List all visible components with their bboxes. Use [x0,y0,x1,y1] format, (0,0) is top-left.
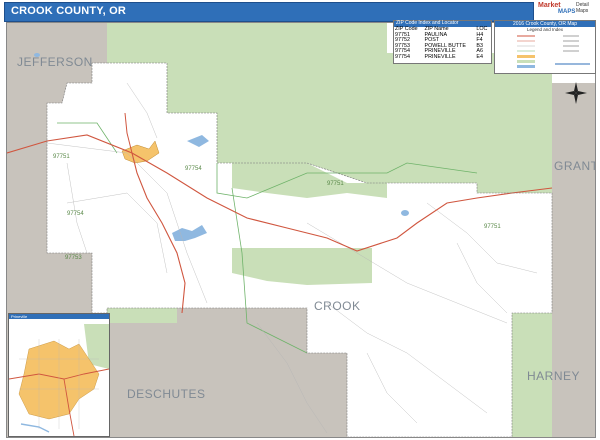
zip-label: 97751 [53,154,70,160]
zip-code-index: ZIP Code Index and Locator ZIP Code ZIP … [393,20,492,64]
logo-text-1: Market [538,2,561,9]
table-cell: E4 [476,53,483,60]
logo-text-3: Detail Maps [576,2,589,14]
zip-label: 97754 [67,211,84,217]
zip-index-table: ZIP Code ZIP Name LOC 97751 PAULINA H4 9… [394,26,491,61]
forest-southwest [107,308,177,323]
map-title: CROOK COUNTY, OR [11,5,127,17]
region-label-harney: HARNEY [527,369,581,383]
map-legend: 2016 Crook County, OR Map Legend and Ind… [494,20,596,74]
table-row: 97754 PRINEVILLE E4 [394,53,491,61]
zip-label: 97751 [327,181,344,187]
region-label-crook: CROOK [314,299,361,313]
grant-county-area [552,83,595,318]
inset-graphics [9,319,109,436]
zip-label: 97751 [484,224,501,230]
table-cell: PRINEVILLE [424,53,456,60]
legend-symbols [517,35,590,68]
prineville-inset-map[interactable]: Prineville [8,313,110,437]
region-label-deschutes: DESCHUTES [127,387,206,401]
region-label-grant: GRANT [554,159,596,173]
region-label-jefferson: JEFFERSON [17,55,93,69]
publisher-logo: Market MAPS Detail Maps [538,0,596,22]
title-bar: CROOK COUNTY, OR [4,2,534,22]
north-arrow-icon [565,82,587,104]
zip-label: 97754 [185,166,202,172]
table-cell: 97754 [395,53,410,60]
lake-1 [401,210,409,216]
logo-text-2: MAPS [558,9,576,15]
zip-label: 97753 [65,255,82,261]
